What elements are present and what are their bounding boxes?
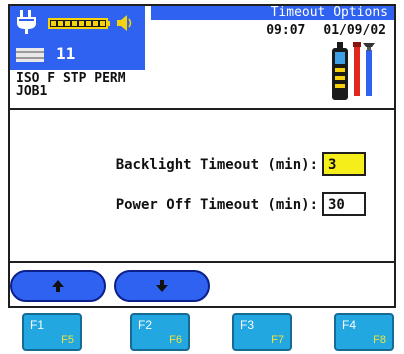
f8-label: F8 [373,334,386,346]
status-panel: 11 [10,6,145,70]
f5-label: F5 [61,334,74,346]
power-off-timeout-label: Power Off Timeout (min): [115,197,318,213]
f1-key[interactable]: F1 F5 [22,313,82,351]
tools-icon [332,42,375,100]
clock: 09:07 01/09/02 [266,24,386,38]
count-value: 11 [56,44,76,63]
arrow-down-icon [156,280,168,292]
f3-key[interactable]: F3 F7 [232,313,292,351]
battery-icon [48,18,110,29]
header-divider [10,108,394,110]
backlight-timeout-input[interactable]: 3 [322,152,366,176]
job-name: JOB1 [16,84,48,99]
footer-divider [10,261,394,263]
backlight-timeout-label: Backlight Timeout (min): [115,157,318,173]
date-display: 01/09/02 [323,23,386,38]
f4-key[interactable]: F4 F8 [334,313,394,351]
f3-label: F3 [240,318,255,332]
f2-key[interactable]: F2 F6 [130,313,190,351]
f6-label: F6 [169,334,182,346]
backlight-timeout-row: Backlight Timeout (min): 3 [10,152,394,178]
down-arrow-button[interactable] [114,270,210,302]
speaker-icon [117,15,132,31]
cable-icon [16,48,44,62]
power-off-timeout-row: Power Off Timeout (min): 30 [10,192,394,218]
plug-icon [17,10,36,34]
f1-label: F1 [30,318,45,332]
page-title: Timeout Options [270,5,388,20]
arrow-up-icon [52,280,64,292]
f2-label: F2 [138,318,153,332]
f4-label: F4 [342,318,357,332]
power-off-timeout-input[interactable]: 30 [322,192,366,216]
time-display: 09:07 [266,23,306,38]
device-screen: 11 Timeout Options 09:07 01/09/02 ISO F S… [8,4,396,308]
f7-label: F7 [271,334,284,346]
up-arrow-button[interactable] [10,270,106,302]
